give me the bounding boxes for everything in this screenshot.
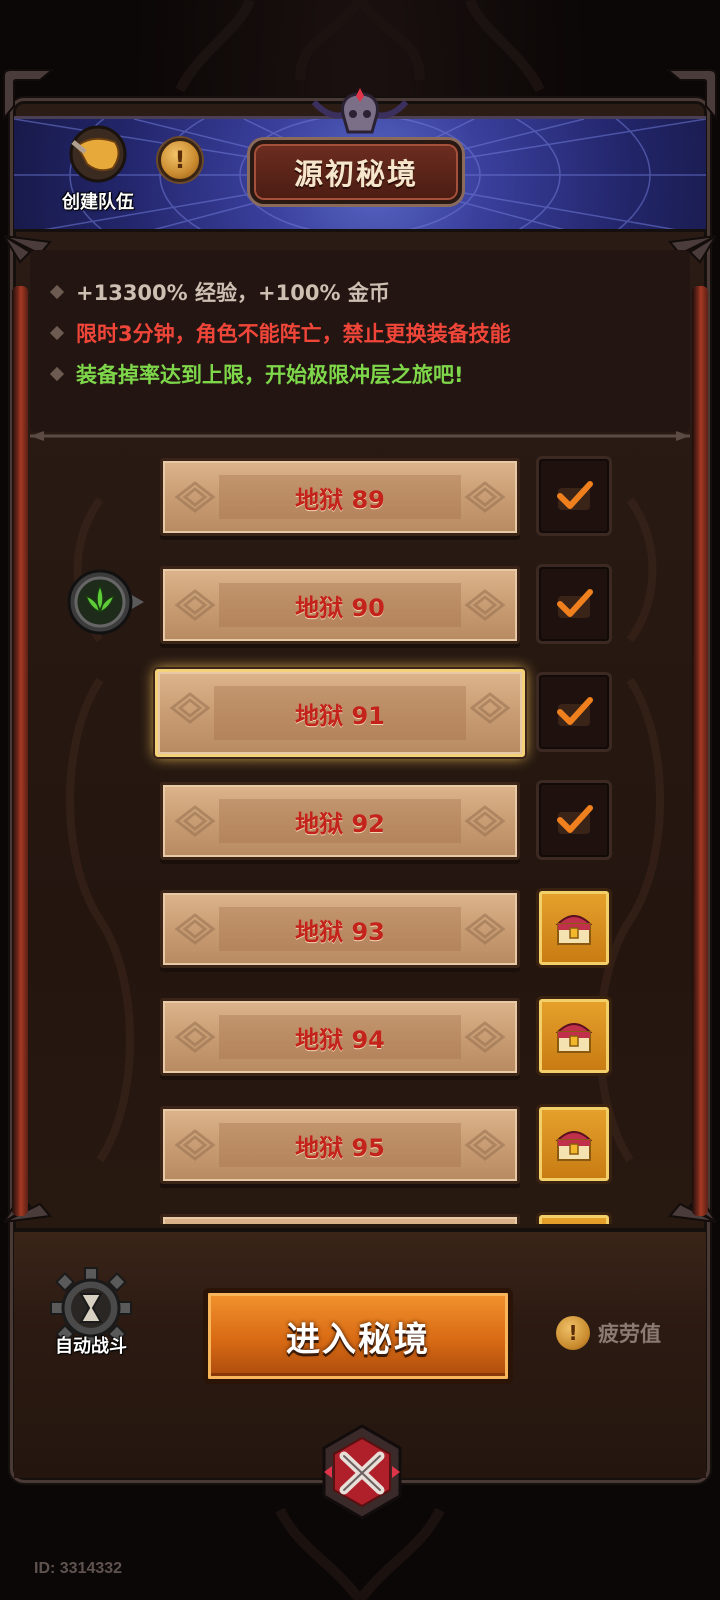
exclamation-icon: !	[556, 1316, 590, 1350]
user-id: ID: 3314332	[34, 1560, 123, 1577]
treasure-chest-icon	[555, 1023, 593, 1053]
enter-realm-button[interactable]: 进入秘境	[203, 1288, 513, 1384]
rule-text: 装备掉率达到上限，开始极限冲层之旅吧!	[76, 363, 464, 387]
level-button[interactable]: 地狱 92	[160, 782, 520, 860]
treasure-chest-icon	[555, 915, 593, 945]
reward-chest-button[interactable]	[536, 1212, 612, 1224]
knot-ornament-icon	[174, 481, 216, 513]
side-rail	[692, 286, 708, 1216]
level-row[interactable]: 地狱 90	[160, 564, 612, 644]
exclamation-icon[interactable]: !	[158, 138, 202, 182]
completed-status	[536, 780, 612, 860]
completed-status	[536, 672, 612, 752]
checkmark-chest-icon	[557, 697, 593, 726]
close-icon[interactable]	[320, 1424, 404, 1520]
rule-line: +13300% 经验，+100% 金币	[49, 277, 390, 307]
create-team-button[interactable]: 创建队伍	[50, 124, 146, 216]
knot-ornament-icon	[464, 1129, 506, 1161]
rule-line: 装备掉率达到上限，开始极限冲层之旅吧!	[49, 359, 464, 389]
knot-ornament-icon	[169, 692, 211, 724]
auto-battle-button[interactable]: 自动战斗	[36, 1266, 146, 1376]
reward-chest-button[interactable]	[536, 888, 612, 968]
fatigue-indicator[interactable]: ! 疲劳值	[556, 1316, 661, 1350]
diamond-bullet-icon	[49, 366, 65, 382]
knot-ornament-icon	[174, 913, 216, 945]
reward-chest-button[interactable]	[536, 996, 612, 1076]
diamond-bullet-icon	[49, 284, 65, 300]
level-button[interactable]	[160, 1214, 520, 1224]
diamond-bullet-icon	[49, 325, 65, 341]
treasure-chest-icon	[555, 1131, 593, 1161]
knot-ornament-icon	[174, 589, 216, 621]
level-name: 地狱 89	[295, 485, 385, 514]
knot-ornament-icon	[464, 913, 506, 945]
level-row[interactable]: 地狱 89	[160, 456, 612, 536]
team-horn-icon	[69, 125, 127, 183]
level-button[interactable]: 地狱 90	[160, 566, 520, 644]
rule-text: +13300% 经验，+100% 金币	[76, 281, 390, 305]
level-name: 地狱 93	[295, 917, 385, 946]
level-row[interactable]: 地狱 95	[160, 1104, 612, 1184]
knot-ornament-icon	[464, 805, 506, 837]
completed-status	[536, 564, 612, 644]
knot-ornament-icon	[464, 481, 506, 513]
level-row[interactable]: 地狱 92	[160, 780, 612, 860]
level-name: 地狱 94	[295, 1025, 385, 1054]
side-rail	[12, 286, 28, 1216]
level-name: 地狱 92	[295, 809, 385, 838]
rule-line: 限时3分钟，角色不能阵亡，禁止更换装备技能	[49, 318, 511, 348]
skull-crest-icon	[311, 88, 409, 134]
level-name: 地狱 91	[295, 701, 385, 730]
corner-ornament	[665, 69, 717, 121]
completed-status	[536, 456, 612, 536]
level-name: 地狱 95	[295, 1133, 385, 1162]
knot-ornament-icon	[464, 1021, 506, 1053]
fatigue-label: 疲劳值	[598, 1322, 661, 1346]
level-row[interactable]: 地狱 93	[160, 888, 612, 968]
knot-ornament-icon	[174, 1021, 216, 1053]
knot-ornament-icon	[174, 805, 216, 837]
level-button[interactable]: 地狱 95	[160, 1106, 520, 1184]
level-row-selected[interactable]: 地狱 91	[155, 669, 612, 757]
knot-ornament-icon	[469, 692, 511, 724]
level-button[interactable]: 地狱 94	[160, 998, 520, 1076]
create-team-label: 创建队伍	[62, 192, 134, 213]
reward-chest-button[interactable]	[536, 1104, 612, 1184]
page-title: 源初秘境	[250, 140, 462, 204]
knot-ornament-icon	[174, 1129, 216, 1161]
corner-ornament	[3, 69, 55, 121]
rule-text: 限时3分钟，角色不能阵亡，禁止更换装备技能	[76, 322, 511, 346]
checkmark-chest-icon	[557, 589, 593, 618]
level-row[interactable]: 地狱 94	[160, 996, 612, 1076]
knot-ornament-icon	[464, 589, 506, 621]
checkmark-chest-icon	[557, 805, 593, 834]
checkmark-chest-icon	[557, 481, 593, 510]
level-button[interactable]: 地狱 93	[160, 890, 520, 968]
level-name: 地狱 90	[295, 593, 385, 622]
level-list[interactable]: 地狱 89 地狱 90 地狱 91 地狱 92 地狱 93 地狱 94 地狱 9…	[30, 440, 690, 1224]
level-button[interactable]: 地狱 89	[160, 458, 520, 536]
current-level-marker	[66, 568, 146, 636]
level-button-selected[interactable]: 地狱 91	[155, 669, 525, 757]
auto-battle-label: 自动战斗	[55, 1336, 127, 1357]
level-row-partial[interactable]	[160, 1212, 612, 1224]
